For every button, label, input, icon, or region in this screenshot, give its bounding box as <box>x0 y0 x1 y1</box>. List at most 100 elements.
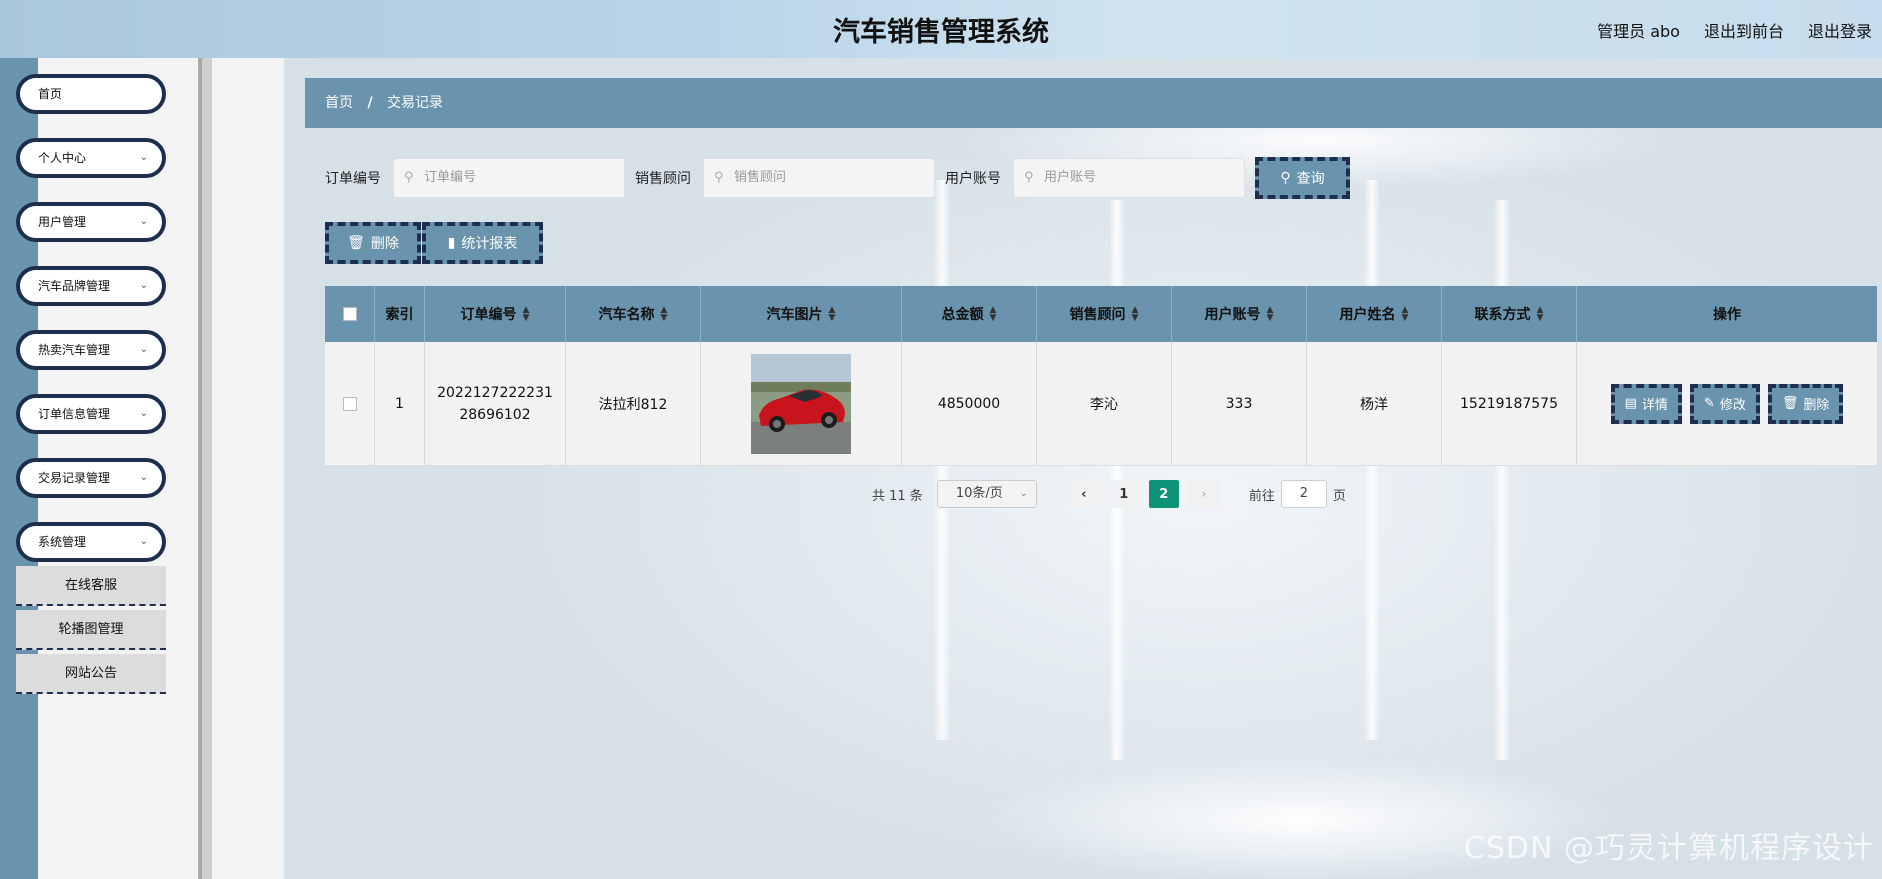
chevron-down-icon: ⌄ <box>139 344 148 355</box>
sort-icon[interactable]: ▲ ▼ <box>661 306 668 323</box>
column-header-label: 总金额 <box>941 307 984 323</box>
column-header-order-no[interactable]: 订单编号 ▲ ▼ <box>425 286 566 342</box>
cell-user-name-value: 杨洋 <box>1360 396 1388 413</box>
column-header-label: 汽车图片 <box>766 307 823 323</box>
sidebar-item-system-management[interactable]: 系统管理 ⌄ <box>16 522 166 562</box>
sort-icon[interactable]: ▲ ▼ <box>990 306 997 323</box>
page-size-value: 10条/页 <box>955 486 1003 501</box>
column-header-label: 订单编号 <box>460 307 517 323</box>
sidebar-subitem-online-service[interactable]: 在线客服 <box>16 566 166 606</box>
prev-page-button[interactable]: ‹ <box>1068 480 1099 508</box>
chevron-down-icon: ⌄ <box>139 408 148 419</box>
sort-icon[interactable]: ▲ ▼ <box>829 306 836 323</box>
order-no-input[interactable]: ⚲ 订单编号 <box>393 158 625 198</box>
sort-icon[interactable]: ▲ ▼ <box>1537 306 1544 323</box>
advisor-input[interactable]: ⚲ 销售顾问 <box>703 158 935 198</box>
column-header-label: 用户姓名 <box>1339 307 1396 323</box>
sidebar-item-home[interactable]: 首页 <box>16 74 166 114</box>
statistics-report-button[interactable]: ▮ 统计报表 <box>422 222 543 264</box>
column-header-label: 联系方式 <box>1474 307 1531 323</box>
column-header-car-image[interactable]: 汽车图片 ▲ ▼ <box>701 286 902 342</box>
column-header-car-name[interactable]: 汽车名称 ▲ ▼ <box>566 286 701 342</box>
breadcrumb-home[interactable]: 首页 <box>325 95 353 111</box>
chevron-down-icon: ⌄ <box>1019 488 1028 499</box>
advisor-label: 销售顾问 <box>635 171 691 187</box>
bar-chart-icon: ▮ <box>447 235 456 251</box>
advisor-placeholder: 销售顾问 <box>734 170 787 185</box>
cell-contact: 15219187575 <box>1442 342 1577 465</box>
cell-order-no: 202212722223128696102 <box>425 342 566 465</box>
column-header-advisor[interactable]: 销售顾问 ▲ ▼ <box>1037 286 1172 342</box>
sort-icon[interactable]: ▲ ▼ <box>1402 306 1409 323</box>
sidebar-subitem-label: 在线客服 <box>64 578 117 593</box>
sort-icon[interactable]: ▲ ▼ <box>1132 306 1139 323</box>
sidebar-item-user-management[interactable]: 用户管理 ⌄ <box>16 202 166 242</box>
sidebar-item-label: 订单信息管理 <box>38 407 111 421</box>
batch-delete-button[interactable]: 🗑 删除 <box>325 222 421 264</box>
sort-icon[interactable]: ▲ ▼ <box>1267 306 1274 323</box>
column-header-label: 操作 <box>1713 307 1741 323</box>
breadcrumb-separator: / <box>367 95 373 111</box>
account-input[interactable]: ⚲ 用户账号 <box>1013 158 1245 198</box>
goto-page-input[interactable]: 2 <box>1280 480 1327 508</box>
sidebar-subitem-carousel-management[interactable]: 轮播图管理 <box>16 610 166 650</box>
sidebar-item-label: 个人中心 <box>38 151 87 165</box>
column-header-total[interactable]: 总金额 ▲ ▼ <box>902 286 1037 342</box>
trash-icon: 🗑 <box>1781 396 1799 411</box>
sidebar-item-label: 首页 <box>38 87 63 101</box>
column-header-label: 汽车名称 <box>598 307 655 323</box>
page-button-2[interactable]: 2 <box>1148 480 1179 508</box>
header-links: 管理员 abo 退出到前台 退出登录 <box>1597 18 1872 42</box>
trash-icon: 🗑 <box>347 235 365 251</box>
edit-button[interactable]: ✎ 修改 <box>1689 383 1760 424</box>
query-button[interactable]: ⚲ 查询 <box>1255 157 1350 199</box>
page-button-1[interactable]: 1 <box>1108 480 1139 508</box>
edit-button-label: 修改 <box>1719 398 1746 413</box>
table-row: 1 202212722223128696102 法拉利812 4850000 李… <box>325 342 1877 466</box>
sidebar-border <box>198 58 212 879</box>
table-header: 索引 订单编号 ▲ ▼ 汽车名称 ▲ ▼ 汽车图片 ▲ ▼ 总金额 ▲ ▼ 销售顾问 ▲… <box>325 286 1877 342</box>
sidebar-item-transaction-management[interactable]: 交易记录管理 ⌄ <box>16 458 166 498</box>
logout-link[interactable]: 退出登录 <box>1808 18 1872 42</box>
column-header-account[interactable]: 用户账号 ▲ ▼ <box>1172 286 1307 342</box>
sidebar-gap <box>212 58 284 879</box>
sidebar-item-label: 热卖汽车管理 <box>38 343 111 357</box>
car-image[interactable] <box>751 353 851 454</box>
cell-index: 1 <box>375 342 425 465</box>
cell-index-value: 1 <box>395 395 404 412</box>
cell-car-image <box>701 342 902 465</box>
search-icon: ⚲ <box>1280 170 1291 186</box>
sidebar-subitem-site-announcement[interactable]: 网站公告 <box>16 654 166 694</box>
cell-total-value: 4850000 <box>937 395 1001 412</box>
sidebar-item-hot-car-management[interactable]: 热卖汽车管理 ⌄ <box>16 330 166 370</box>
admin-user-link[interactable]: 管理员 abo <box>1597 18 1680 42</box>
page-suffix: 页 <box>1332 488 1346 504</box>
breadcrumb-current: 交易记录 <box>387 95 444 111</box>
column-header-user-name[interactable]: 用户姓名 ▲ ▼ <box>1307 286 1442 342</box>
page-size-select[interactable]: 10条/页 ⌄ <box>936 480 1037 508</box>
row-select-cell <box>325 342 375 465</box>
row-checkbox[interactable] <box>342 396 357 411</box>
column-header-contact[interactable]: 联系方式 ▲ ▼ <box>1442 286 1577 342</box>
sidebar-item-label: 系统管理 <box>38 535 87 549</box>
next-page-button[interactable]: › <box>1188 480 1219 508</box>
sidebar-item-car-brand-management[interactable]: 汽车品牌管理 ⌄ <box>16 266 166 306</box>
cell-account: 333 <box>1172 342 1307 465</box>
sidebar-item-personal-center[interactable]: 个人中心 ⌄ <box>16 138 166 178</box>
account-label: 用户账号 <box>945 171 1001 187</box>
sidebar-subitem-label: 网站公告 <box>64 666 117 681</box>
sort-icon[interactable]: ▲ ▼ <box>523 306 530 323</box>
column-header-index: 索引 <box>375 286 425 342</box>
search-icon: ⚲ <box>1024 170 1034 185</box>
select-all-checkbox[interactable] <box>342 307 357 321</box>
sidebar-item-label: 汽车品牌管理 <box>38 279 111 293</box>
row-delete-button[interactable]: 🗑 删除 <box>1767 383 1844 424</box>
sidebar-item-order-management[interactable]: 订单信息管理 ⌄ <box>16 394 166 434</box>
detail-button[interactable]: ▤ 详情 <box>1610 383 1682 424</box>
cell-advisor: 李沁 <box>1037 342 1172 465</box>
detail-button-label: 详情 <box>1641 398 1668 413</box>
exit-to-front-link[interactable]: 退出到前台 <box>1704 18 1784 42</box>
cell-total: 4850000 <box>902 342 1037 465</box>
chevron-down-icon: ⌄ <box>139 216 148 227</box>
top-header: 汽车销售管理系统 管理员 abo 退出到前台 退出登录 <box>0 0 1882 58</box>
